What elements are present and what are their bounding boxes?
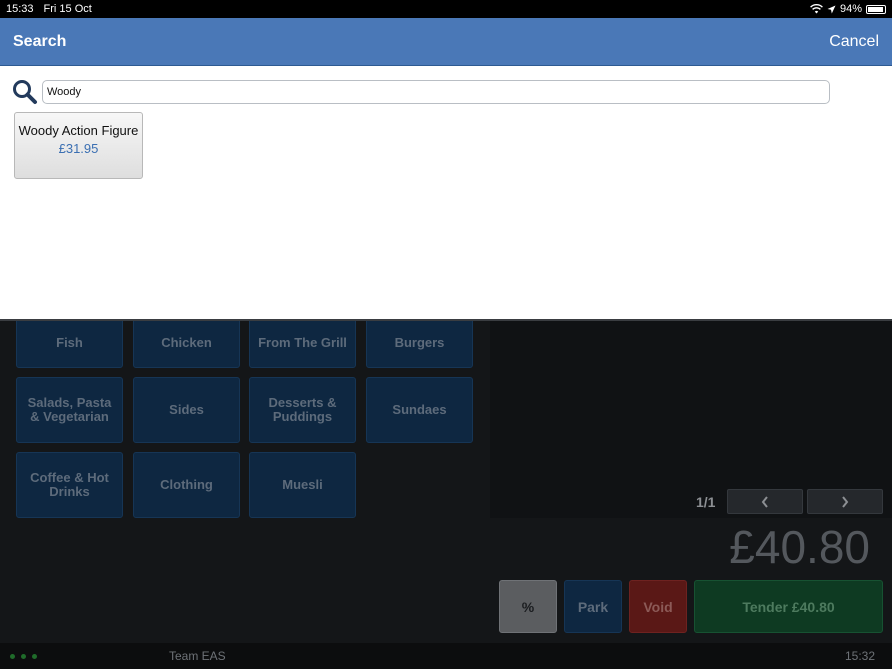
chevron-left-icon	[761, 495, 768, 508]
category-chicken[interactable]: Chicken	[133, 318, 240, 368]
battery-icon	[866, 4, 886, 14]
discount-button[interactable]: %	[499, 580, 557, 633]
chevron-right-icon	[842, 495, 849, 508]
search-icon	[13, 80, 37, 104]
team-name: Team EAS	[169, 649, 226, 663]
order-total: £40.80	[729, 521, 870, 573]
category-burgers[interactable]: Burgers	[366, 318, 473, 368]
search-input[interactable]	[42, 80, 830, 104]
category-sides[interactable]: Sides	[133, 377, 240, 443]
search-modal: Search Cancel Woody Action Figure £31.95	[0, 18, 892, 321]
next-page-button[interactable]	[807, 489, 883, 514]
category-salads-pasta-vegetarian[interactable]: Salads, Pasta & Vegetarian	[16, 377, 123, 443]
search-bar	[12, 79, 832, 105]
battery-percent: 94%	[839, 3, 862, 15]
tender-button[interactable]: Tender £40.80	[694, 580, 883, 633]
category-fish[interactable]: Fish	[16, 318, 123, 368]
search-header: Search Cancel	[0, 18, 892, 66]
park-button[interactable]: Park	[564, 580, 622, 633]
footer-time: 15:32	[844, 649, 875, 663]
status-date: Fri 15 Oct	[43, 3, 92, 15]
search-title: Search	[13, 32, 67, 50]
page-indicator: 1/1	[696, 494, 716, 510]
cancel-button[interactable]: Cancel	[829, 33, 879, 51]
category-desserts-puddings[interactable]: Desserts & Puddings	[249, 377, 356, 443]
footer-bar: Team EAS 15:32	[0, 643, 892, 669]
wifi-icon	[810, 4, 823, 14]
connection-status-icon	[10, 654, 37, 659]
category-muesli[interactable]: Muesli	[249, 452, 356, 518]
previous-page-button[interactable]	[727, 489, 803, 514]
category-from-the-grill[interactable]: From The Grill	[249, 318, 356, 368]
product-price: £31.95	[58, 141, 99, 156]
category-sundaes[interactable]: Sundaes	[366, 377, 473, 443]
category-clothing[interactable]: Clothing	[133, 452, 240, 518]
void-button[interactable]: Void	[629, 580, 687, 633]
search-result-card[interactable]: Woody Action Figure £31.95	[14, 112, 143, 179]
status-indicators: 94%	[810, 0, 886, 18]
location-arrow-icon	[827, 5, 836, 13]
category-coffee-hot-drinks[interactable]: Coffee & Hot Drinks	[16, 452, 123, 518]
product-name: Woody Action Figure	[18, 123, 139, 138]
status-bar: 15:33 Fri 15 Oct	[0, 0, 892, 18]
status-time: 15:33	[6, 3, 34, 15]
